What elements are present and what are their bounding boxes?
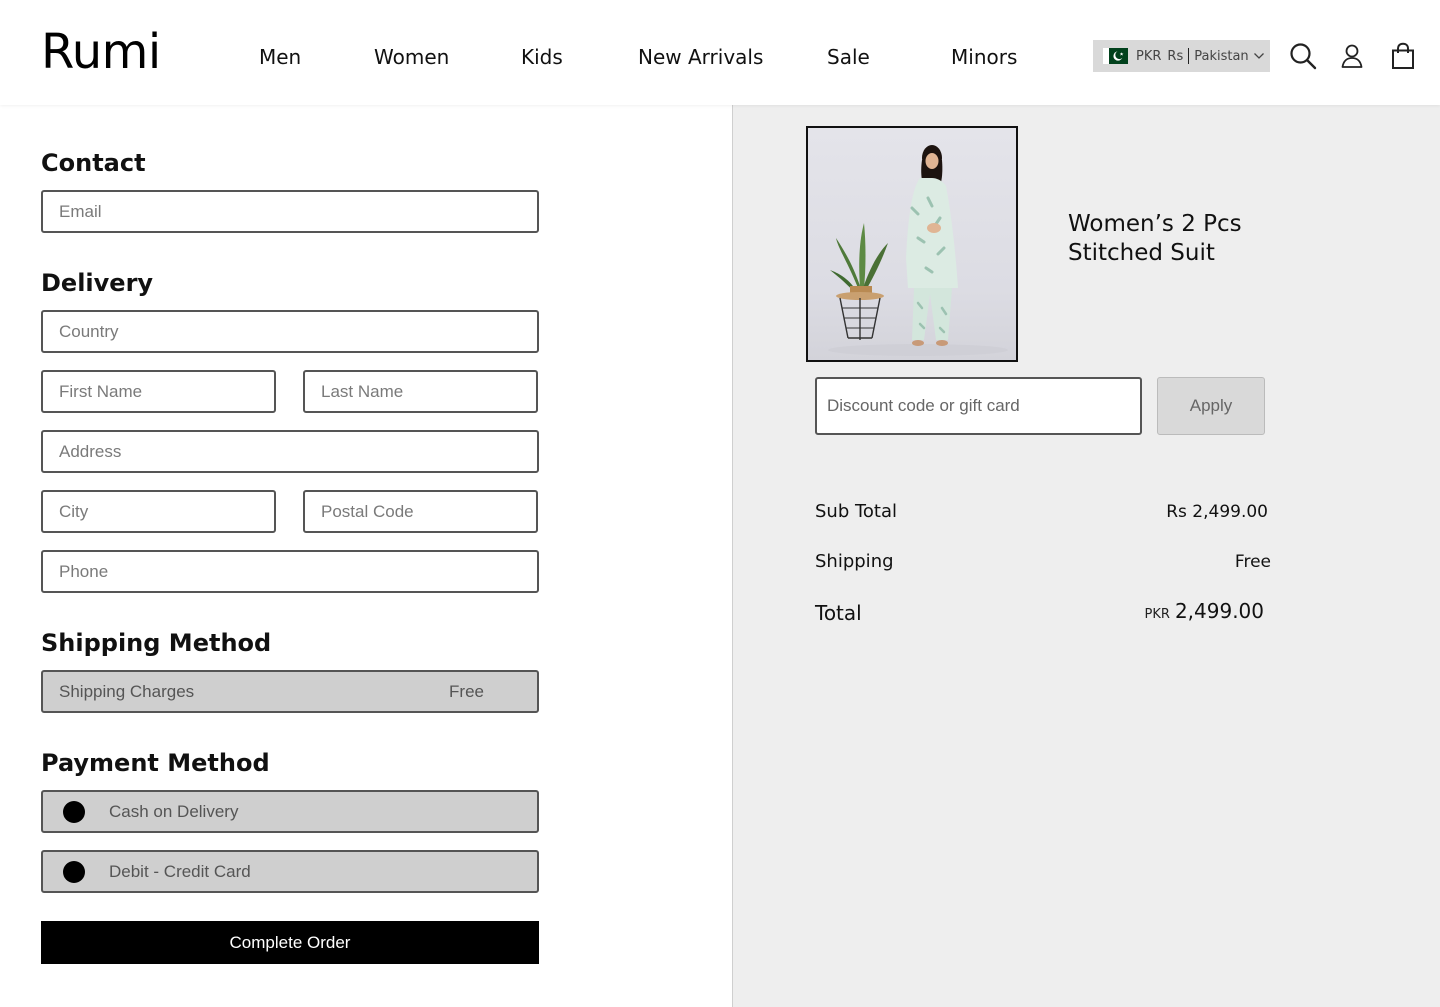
total-value: PKR 2,499.00 bbox=[1145, 599, 1264, 623]
site-header: Rumi Men Women Kids New Arrivals Sale Mi… bbox=[0, 0, 1440, 105]
pakistan-flag-icon bbox=[1103, 48, 1128, 64]
shipping-option[interactable]: Shipping Charges Free bbox=[41, 670, 539, 713]
city-field[interactable] bbox=[41, 490, 276, 533]
payment-option-cod[interactable]: Cash on Delivery bbox=[41, 790, 539, 833]
email-field[interactable] bbox=[41, 190, 539, 233]
apply-discount-button[interactable]: Apply bbox=[1157, 377, 1265, 435]
nav-item-men[interactable]: Men bbox=[259, 45, 301, 69]
phone-field[interactable] bbox=[41, 550, 539, 593]
postal-code-field[interactable] bbox=[303, 490, 538, 533]
brand-logo[interactable]: Rumi bbox=[41, 24, 161, 80]
product-title: Women’s 2 Pcs Stitched Suit bbox=[1068, 211, 1242, 266]
nav-item-sale[interactable]: Sale bbox=[827, 45, 870, 69]
total-label: Total bbox=[815, 601, 862, 625]
subtotal-value: Rs 2,499.00 bbox=[1166, 502, 1268, 522]
nav-item-women[interactable]: Women bbox=[374, 45, 449, 69]
last-name-input[interactable] bbox=[321, 372, 536, 411]
total-amount: 2,499.00 bbox=[1174, 599, 1264, 623]
radio-button[interactable] bbox=[63, 800, 85, 823]
chevron-down-icon bbox=[1253, 53, 1264, 59]
product-photo-illustration bbox=[828, 145, 1008, 356]
locale-selector[interactable]: PKR Rs Pakistan bbox=[1093, 40, 1270, 72]
nav-item-minors[interactable]: Minors bbox=[951, 45, 1017, 69]
currency-symbol: Rs bbox=[1167, 48, 1184, 64]
product-image[interactable] bbox=[806, 126, 1018, 362]
total-currency: PKR bbox=[1144, 607, 1170, 622]
last-name-field[interactable] bbox=[303, 370, 538, 413]
shipping-option-label: Shipping Charges bbox=[59, 681, 195, 701]
payment-option-label: Debit - Credit Card bbox=[109, 861, 251, 881]
postal-code-input[interactable] bbox=[321, 492, 536, 531]
shipping-value: Free bbox=[1234, 552, 1271, 572]
order-summary: Women’s 2 Pcs Stitched Suit Apply Sub To… bbox=[732, 105, 1440, 1007]
first-name-input[interactable] bbox=[59, 372, 274, 411]
address-input[interactable] bbox=[59, 432, 537, 471]
account-icon[interactable] bbox=[1338, 42, 1366, 70]
payment-option-card[interactable]: Debit - Credit Card bbox=[41, 850, 539, 893]
city-input[interactable] bbox=[59, 492, 274, 531]
nav-item-new-arrivals[interactable]: New Arrivals bbox=[638, 45, 763, 69]
shipping-label: Shipping bbox=[815, 551, 894, 572]
address-field[interactable] bbox=[41, 430, 539, 473]
contact-heading: Contact bbox=[41, 149, 146, 177]
discount-code-field[interactable] bbox=[815, 377, 1142, 435]
shipping-option-price: Free bbox=[449, 681, 484, 701]
nav-item-kids[interactable]: Kids bbox=[521, 45, 563, 69]
phone-input[interactable] bbox=[59, 552, 537, 591]
email-input[interactable] bbox=[59, 192, 537, 231]
delivery-heading: Delivery bbox=[41, 269, 154, 297]
country-field[interactable] bbox=[41, 310, 539, 353]
discount-code-input[interactable] bbox=[827, 396, 1140, 416]
radio-button[interactable] bbox=[63, 860, 85, 883]
locale-divider bbox=[1188, 48, 1190, 64]
country-label: Pakistan bbox=[1194, 48, 1249, 64]
first-name-field[interactable] bbox=[41, 370, 276, 413]
subtotal-label: Sub Total bbox=[815, 501, 898, 522]
payment-method-heading: Payment Method bbox=[41, 749, 270, 777]
currency-code: PKR bbox=[1136, 48, 1162, 64]
cart-icon[interactable] bbox=[1389, 42, 1417, 70]
payment-option-label: Cash on Delivery bbox=[109, 801, 239, 821]
search-icon[interactable] bbox=[1289, 42, 1317, 70]
country-input[interactable] bbox=[59, 312, 537, 351]
shipping-method-heading: Shipping Method bbox=[41, 629, 272, 657]
checkout-form: Contact Delivery Shipping Method Shippin… bbox=[0, 105, 732, 1007]
complete-order-button[interactable]: Complete Order bbox=[41, 921, 539, 964]
